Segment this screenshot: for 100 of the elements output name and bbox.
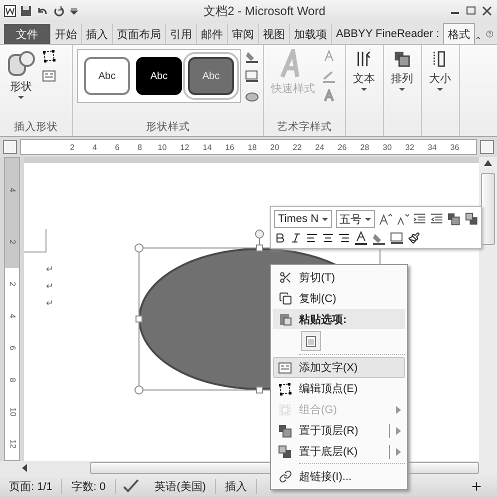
menu-item[interactable]: 超链接(I)... [273,466,405,487]
ruler-number: 6 [114,142,120,152]
ruler-number: 2 [8,240,16,244]
resize-handle[interactable] [256,386,263,394]
text-effects-icon [322,89,336,103]
ruler-number: 26 [336,142,348,152]
ruler-number: 28 [359,142,370,152]
zoom-in-icon[interactable] [470,480,483,492]
paste-options-label: 粘贴选项: [299,312,347,326]
ruler-number: 22 [292,142,303,152]
resize-handle[interactable] [136,316,142,322]
menu-item[interactable]: 添加文字(X) [273,357,405,378]
vertical-scrollbar-thumb[interactable] [481,173,495,245]
proofing-check-icon[interactable] [122,479,140,493]
font-size-field[interactable]: 五号 [336,210,375,228]
menu-item[interactable]: 置于底层(K) [273,441,405,462]
ruler-number: 16 [224,142,236,152]
align-center-icon[interactable] [322,232,334,244]
fill-bucket-icon [372,231,386,245]
paragraph-mark: ↵ [46,263,54,276]
ruler-number: 14 [202,142,213,152]
ruler-number: 20 [269,142,280,152]
align-right-icon[interactable] [338,232,350,244]
redo-icon[interactable] [52,5,64,17]
italic-icon[interactable] [290,232,302,244]
margin-corner-mark [24,229,48,253]
ruler-number: 36 [449,142,460,152]
resize-handle[interactable] [256,244,263,252]
submenu-arrow-icon [396,426,401,434]
ruler-number: 10 [8,408,16,416]
bring-to-front-icon [278,424,292,438]
ribbon-button[interactable]: 文本 [350,49,378,91]
ruler-number: 10 [156,142,168,152]
shapes-button[interactable]: 形状 [4,49,38,99]
ribbon-button[interactable]: 排列 [388,49,416,91]
text-outline-icon [322,69,336,83]
menu-item[interactable]: 编辑顶点(E) [273,378,405,399]
ruler-number: 4 [92,142,98,152]
word-app-icon [4,5,16,17]
group-icon [278,402,292,416]
ribbon-tab[interactable]: 文件 [4,24,50,44]
submenu-arrow-icon [396,406,401,414]
bold-icon[interactable] [274,232,286,244]
window-title: 文档2 - Microsoft Word [202,2,326,20]
insert-mode-indicator[interactable]: 插入 [216,478,257,494]
resize-handle[interactable] [134,244,144,252]
menu-item[interactable]: 复制(C) [273,288,405,309]
ruler-number: 8 [136,142,143,152]
paste-option-button[interactable] [301,331,321,351]
language-indicator[interactable]: 英语(美国) [146,478,216,494]
ribbon-button[interactable]: 大小 [426,49,454,91]
word-count[interactable]: 字数: 0 [62,478,116,494]
shapes-icon [7,49,35,77]
ruler-number: 12 [8,440,16,448]
group-title: 艺术字样式 [276,120,333,135]
text-fill-icon [322,49,336,63]
paste-icon [278,312,292,326]
view-ruler-icon[interactable] [480,140,494,154]
tab-selector-icon[interactable] [3,140,17,154]
fill-bucket-icon [245,49,259,63]
arrange-icon [392,49,412,69]
copy-icon [278,292,292,305]
outline-pen-icon [390,231,404,245]
group-title: 形状样式 [145,120,191,135]
format-painter-icon[interactable] [408,232,420,244]
save-icon[interactable] [20,5,32,17]
page-count[interactable]: 页面: 1/1 [0,478,62,494]
scroll-left-icon[interactable] [20,463,30,473]
document-icon [306,335,316,347]
menu-item[interactable]: 置于顶层(R) [273,420,405,441]
shape-style-tile[interactable]: Abc [136,57,182,95]
maximize-icon[interactable] [465,5,477,17]
decrease-indent-icon [413,212,426,226]
ruler-number: 2 [8,282,16,286]
align-left-icon[interactable] [306,232,318,244]
undo-icon[interactable] [36,5,48,17]
ruler-number: 4 [8,188,16,192]
send-to-back-icon [278,444,292,458]
menu-item[interactable]: 剪切(T) [273,267,405,288]
resize-handle[interactable] [134,386,144,394]
hyperlink-icon [278,470,292,483]
bring-to-front-icon [447,212,461,226]
ruler-number: 30 [382,142,393,152]
paragraph-mark: ↵ [46,280,54,293]
ruler-number: 24 [314,142,326,152]
submenu-arrow-icon [396,448,401,456]
send-to-back-icon [464,212,478,226]
ruler-number: 4 [8,314,16,318]
increase-indent-icon [430,212,444,226]
edit-points-icon [42,49,56,63]
ruler-number: 8 [8,378,16,382]
text-box-icon [42,69,56,83]
close-icon[interactable] [481,5,493,17]
scroll-up-icon[interactable] [483,159,493,167]
font-name-field[interactable]: Times N [274,210,332,228]
edit-points-icon [278,382,292,396]
shape-style-tile[interactable]: Abc [84,57,130,95]
outline-pen-icon [245,69,259,83]
ruler-number: 12 [179,142,190,152]
ribbon-tab[interactable]: 格式 [443,23,476,44]
